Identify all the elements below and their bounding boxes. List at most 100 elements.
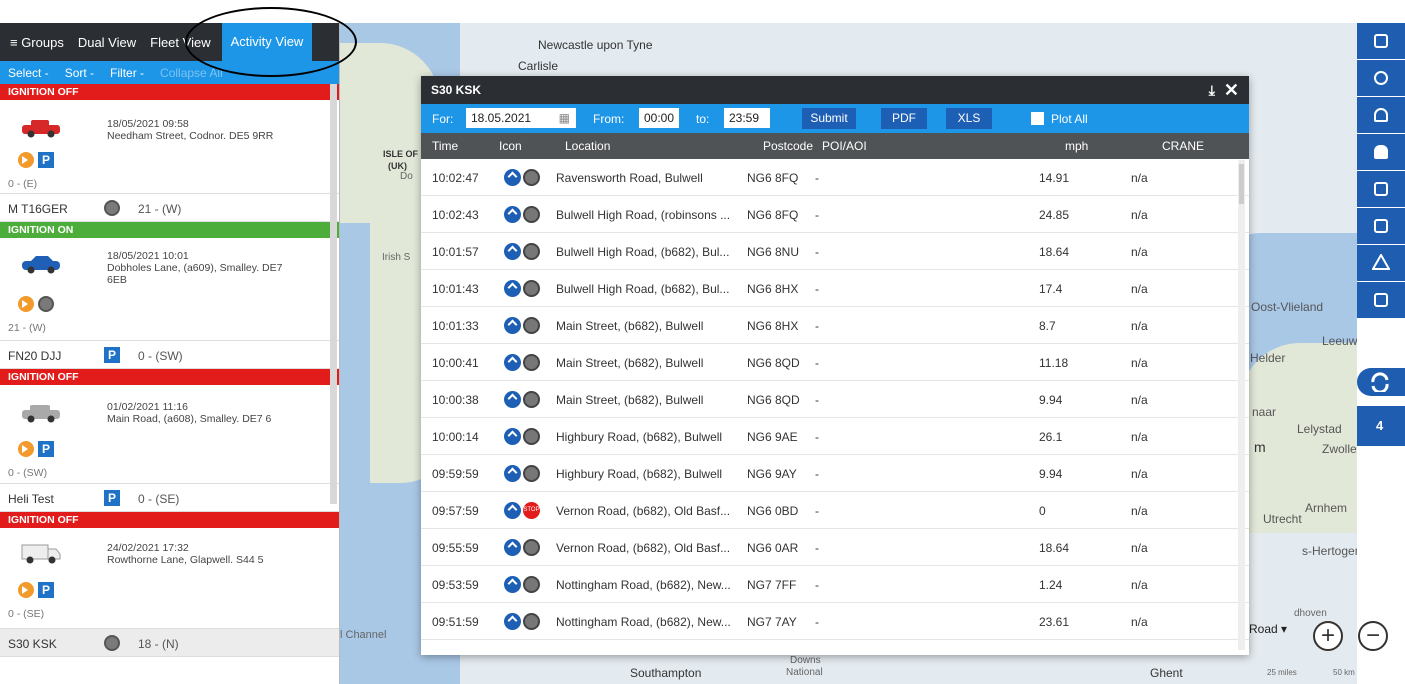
row-crane: n/a — [1131, 504, 1148, 518]
vehicle-plate: M T16GER — [8, 202, 68, 216]
event-datetime: 18/05/2021 09:58 — [107, 118, 189, 130]
map-label-newcastle: Newcastle upon Tyne — [538, 38, 653, 52]
vehicle-card[interactable]: 18/05/2021 09:58 Needham Street, Codnor.… — [0, 100, 339, 194]
vehicle-row[interactable]: FN20 DJJ P 0 - (SW) — [0, 341, 339, 369]
collapse-count-button[interactable]: 4 — [1357, 406, 1405, 446]
from-time-input[interactable]: 00:00 — [639, 108, 679, 128]
row-time: 09:59:59 — [432, 467, 479, 481]
table-row[interactable]: 10:00:41 Main Street, (b682), Bulwell NG6 … — [421, 344, 1249, 381]
event-datetime: 24/02/2021 17:32 — [107, 542, 189, 554]
play-icon[interactable] — [18, 296, 34, 312]
col-crane[interactable]: CRANE — [1162, 139, 1204, 153]
vehicle-card[interactable]: 01/02/2021 11:16 Main Road, (a608), Smal… — [0, 385, 339, 484]
clipboard-button[interactable] — [1357, 208, 1405, 244]
table-row[interactable]: 10:01:57 Bulwell High Road, (b682), Bul..… — [421, 233, 1249, 270]
tab-groups[interactable]: ≡ Groups — [10, 35, 64, 50]
map-label-vlieland: Oost-Vlieland — [1251, 300, 1324, 314]
row-crane: n/a — [1131, 393, 1148, 407]
vehicle-speed: 0 - (E) — [8, 178, 38, 190]
person-pin-button[interactable] — [1357, 97, 1405, 133]
parked-icon: P — [104, 490, 120, 506]
row-postcode: NG6 0AR — [747, 541, 799, 555]
vehicle-card[interactable]: 24/02/2021 17:32 Rowthorne Lane, Glapwel… — [0, 528, 339, 629]
table-row[interactable]: 10:01:43 Bulwell High Road, (b682), Bul..… — [421, 270, 1249, 307]
alerts-button[interactable] — [1357, 134, 1405, 170]
vehicle-row[interactable]: M T16GER 21 - (W) — [0, 194, 339, 222]
sort-menu[interactable]: Sort - — [65, 66, 94, 80]
play-icon[interactable] — [18, 441, 34, 457]
event-datetime: 18/05/2021 10:01 — [107, 250, 189, 262]
map-label-hoven: dhoven — [1294, 608, 1327, 619]
status-dot-icon — [523, 317, 540, 334]
road-selector[interactable]: Road ▾ — [1249, 622, 1287, 636]
notification-count: 4 — [1376, 418, 1384, 433]
vehicle-row[interactable]: Heli Test P 0 - (SE) — [0, 484, 339, 512]
plot-all-label: Plot All — [1051, 112, 1088, 126]
calendar-button[interactable] — [1357, 282, 1405, 318]
row-mph: 18.64 — [1039, 541, 1070, 555]
col-poi[interactable]: POI/AOI — [822, 139, 867, 153]
vehicle-row-value: 21 - (W) — [138, 202, 182, 216]
table-row[interactable]: 10:02:43 Bulwell High Road, (robinsons ..… — [421, 196, 1249, 233]
direction-icon — [504, 539, 521, 556]
vehicle-card[interactable]: 18/05/2021 10:01 Dobholes Lane, (a609), … — [0, 238, 339, 341]
xls-button[interactable]: XLS — [946, 108, 992, 129]
row-crane: n/a — [1131, 245, 1148, 259]
plot-all-checkbox[interactable] — [1031, 112, 1044, 125]
row-postcode: NG6 8NU — [747, 245, 800, 259]
table-row[interactable]: 10:00:14 Highbury Road, (b682), Bulwell NG… — [421, 418, 1249, 455]
col-time[interactable]: Time — [432, 139, 458, 153]
refresh-button[interactable] — [1357, 368, 1405, 396]
table-row[interactable]: 10:00:38 Main Street, (b682), Bulwell NG6 … — [421, 381, 1249, 418]
reports-button[interactable] — [1357, 171, 1405, 207]
zoom-out-button[interactable]: − — [1358, 621, 1388, 651]
table-row[interactable]: 10:02:47 Ravensworth Road, Bulwell NG6 8FQ… — [421, 159, 1249, 196]
vehicle-plate: Heli Test — [8, 492, 54, 506]
map-label-national: National — [786, 667, 823, 678]
to-time-input[interactable]: 23:59 — [724, 108, 770, 128]
tab-dual-view[interactable]: Dual View — [78, 35, 136, 50]
table-row[interactable]: 09:55:59 Vernon Road, (b682), Old Basf...… — [421, 529, 1249, 566]
vehicle-row[interactable]: S30 KSK 18 - (N) — [0, 629, 339, 657]
pdf-button[interactable]: PDF — [881, 108, 927, 129]
panel-scrollbar[interactable] — [330, 84, 337, 504]
row-postcode: NG6 9AY — [747, 467, 797, 481]
map-label-southampton: Southampton — [630, 666, 702, 680]
vehicle-speed: 0 - (SW) — [8, 467, 48, 479]
fullscreen-button[interactable] — [1357, 23, 1405, 59]
map-label-downs: Downs — [790, 655, 821, 666]
col-icon[interactable]: Icon — [499, 139, 522, 153]
col-postcode[interactable]: Postcode — [763, 139, 813, 153]
date-input[interactable]: 18.05.2021 ▦ — [466, 108, 576, 128]
event-address-line2: 6EB — [107, 274, 127, 286]
direction-icon — [504, 280, 521, 297]
map-label-arnhem: Arnhem — [1305, 501, 1348, 515]
row-poi: - — [815, 356, 819, 370]
dialog-scrollbar[interactable] — [1238, 160, 1245, 650]
status-dot-icon — [523, 613, 540, 630]
table-row[interactable]: 09:53:59 Nottingham Road, (b682), New... N… — [421, 566, 1249, 603]
close-button[interactable]: ✕ — [1224, 76, 1239, 104]
table-row[interactable]: 10:01:33 Main Street, (b682), Bulwell NG6 … — [421, 307, 1249, 344]
filter-menu[interactable]: Filter - — [110, 66, 144, 80]
select-menu[interactable]: Select - — [8, 66, 49, 80]
play-icon[interactable] — [18, 152, 34, 168]
download-icon[interactable]: ⤓ — [1209, 76, 1215, 104]
warnings-button[interactable] — [1357, 245, 1405, 281]
row-location: Vernon Road, (b682), Old Basf... — [556, 541, 731, 555]
direction-icon — [504, 317, 521, 334]
col-mph[interactable]: mph — [1065, 139, 1088, 153]
zoom-in-button[interactable]: + — [1313, 621, 1343, 651]
table-row[interactable]: 09:57:59 Vernon Road, (b682), Old Basf...… — [421, 492, 1249, 529]
row-crane: n/a — [1131, 356, 1148, 370]
table-row[interactable]: 09:59:59 Highbury Road, (b682), Bulwell NG… — [421, 455, 1249, 492]
table-row[interactable]: 09:51:59 Nottingham Road, (b682), New... N… — [421, 603, 1249, 640]
calendar-icon[interactable]: ▦ — [559, 108, 570, 128]
row-time: 09:53:59 — [432, 578, 479, 592]
dialog-title: S30 KSK — [431, 83, 482, 97]
target-button[interactable] — [1357, 60, 1405, 96]
submit-button[interactable]: Submit — [802, 108, 856, 129]
col-location[interactable]: Location — [565, 139, 610, 153]
right-toolbar: 4 — [1357, 23, 1405, 684]
play-icon[interactable] — [18, 582, 34, 598]
